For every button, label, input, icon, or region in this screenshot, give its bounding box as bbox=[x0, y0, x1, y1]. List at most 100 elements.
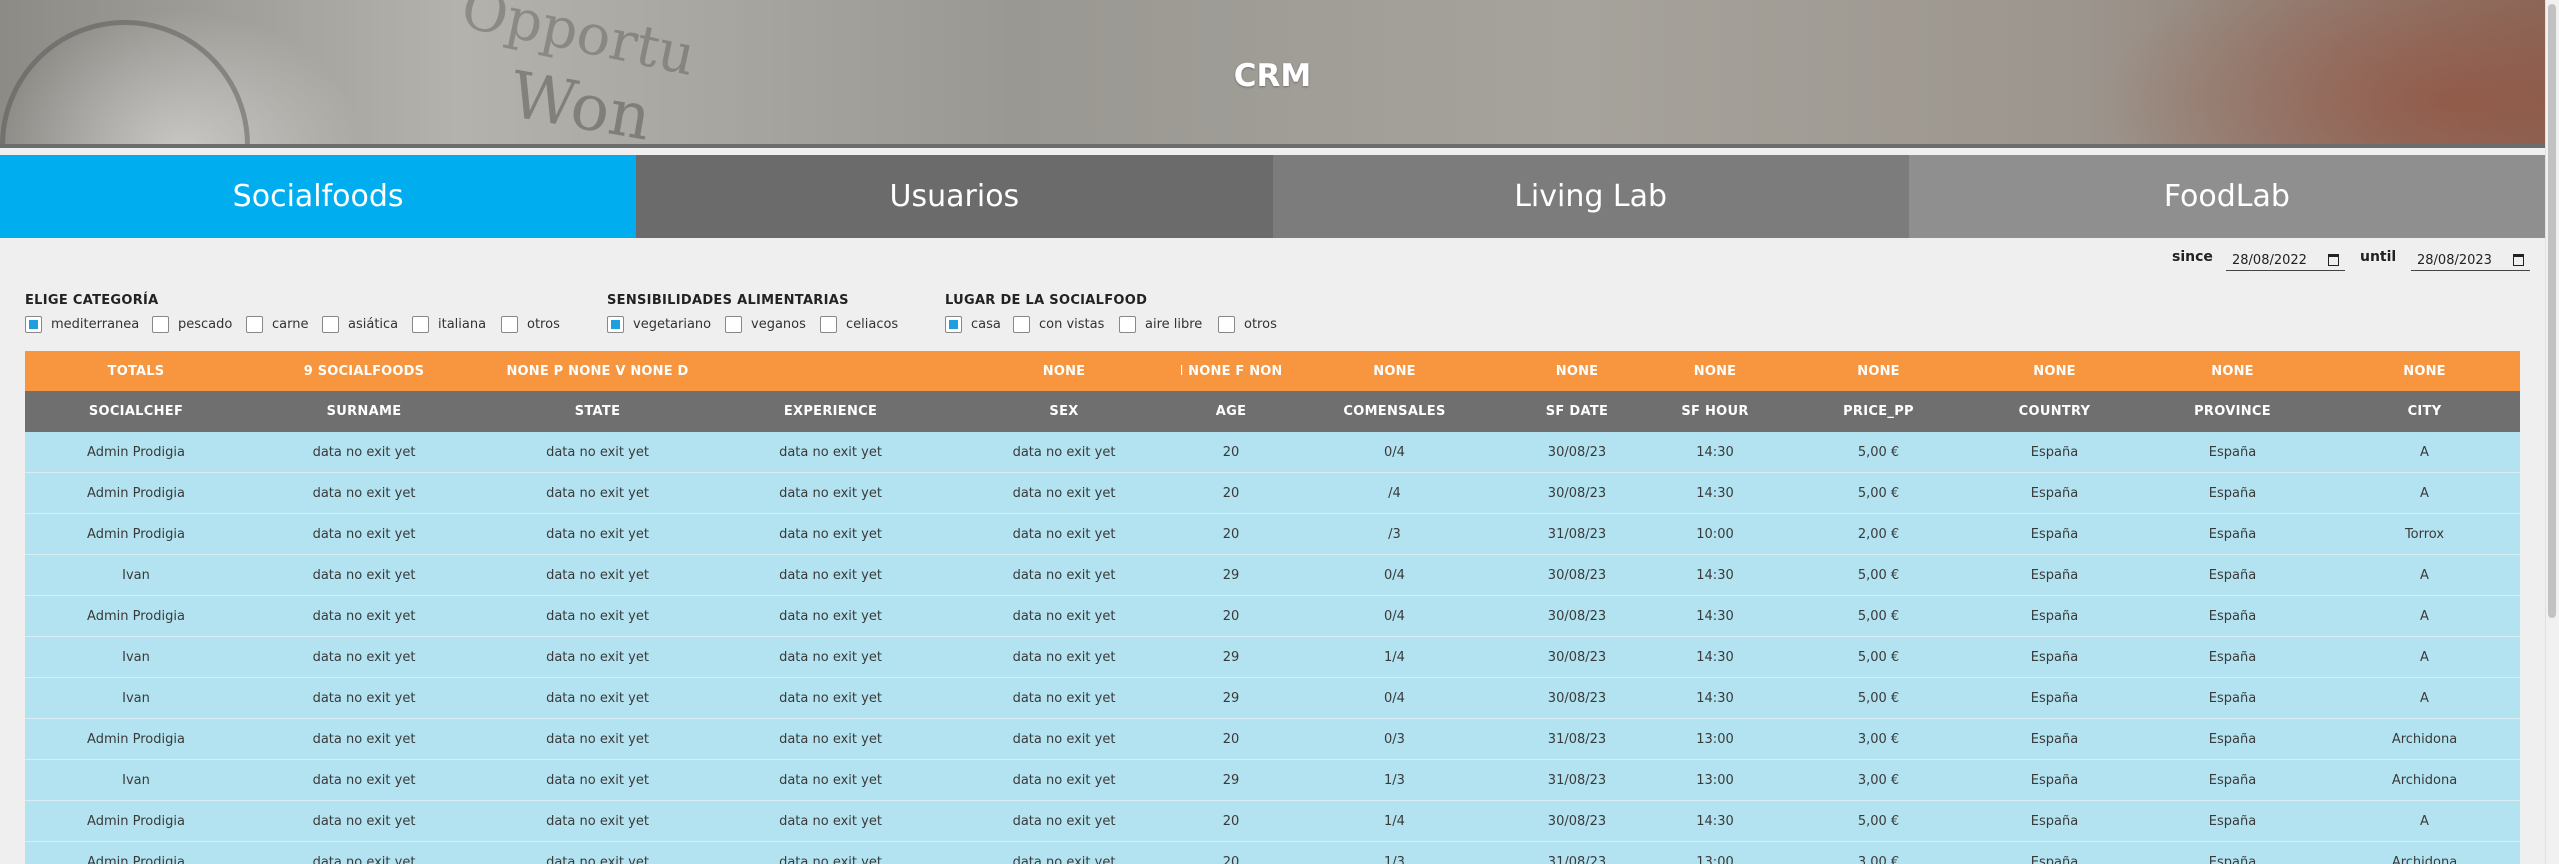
table-cell: data no exit yet bbox=[546, 813, 649, 829]
table-cell: 0/4 bbox=[1384, 567, 1405, 583]
table-cell: 20 bbox=[1222, 608, 1240, 624]
checkbox[interactable] bbox=[820, 315, 837, 333]
table-cell: data no exit yet bbox=[546, 567, 649, 583]
table-cell: 5,00 € bbox=[1857, 608, 1900, 624]
page-title: CRM bbox=[1233, 58, 1312, 94]
table-cell: 31/08/23 bbox=[1547, 731, 1607, 747]
table-row[interactable]: Admin Prodigia data no exit yet data no ex… bbox=[25, 842, 2520, 864]
calendar-icon[interactable] bbox=[2513, 254, 2524, 266]
table-cell: 0/4 bbox=[1384, 444, 1405, 460]
column-header[interactable]: PRICE_PP bbox=[1784, 391, 1973, 432]
until-date-input[interactable]: 28/08/2023 bbox=[2411, 251, 2530, 271]
column-header[interactable]: AGE bbox=[1181, 391, 1281, 432]
table-cell: Ivan bbox=[122, 690, 150, 706]
table-cell: 1/4 bbox=[1384, 813, 1405, 829]
table-cell: data no exit yet bbox=[312, 649, 416, 665]
table-cell: Admin Prodigia bbox=[87, 485, 185, 501]
table-cell: 20 bbox=[1222, 854, 1240, 864]
table-cell: Admin Prodigia bbox=[87, 444, 185, 460]
table-cell: data no exit yet bbox=[1012, 649, 1116, 665]
table-row[interactable]: Ivan data no exit yet data no exit yet data… bbox=[25, 555, 2520, 596]
column-header[interactable]: EXPERIENCE bbox=[714, 391, 947, 432]
location-option-aire-libre[interactable]: aire libre bbox=[1119, 314, 1202, 334]
table-cell: data no exit yet bbox=[546, 731, 649, 747]
column-header[interactable]: SEX bbox=[947, 391, 1181, 432]
sensitivity-option-vegetariano[interactable]: vegetariano bbox=[607, 314, 711, 334]
table-cell: data no exit yet bbox=[312, 690, 416, 706]
tab-socialfoods[interactable]: Socialfoods bbox=[0, 155, 637, 238]
table-cell: A bbox=[2420, 649, 2429, 665]
table-cell: 20 bbox=[1222, 813, 1240, 829]
table-cell: data no exit yet bbox=[546, 854, 649, 864]
category-option-otros[interactable]: otros bbox=[501, 314, 560, 334]
table-cell: Ivan bbox=[122, 567, 150, 583]
category-option-asiatica[interactable]: asiática bbox=[322, 314, 398, 334]
checkbox[interactable] bbox=[945, 315, 962, 333]
column-header[interactable]: COMENSALES bbox=[1281, 391, 1508, 432]
table-cell: data no exit yet bbox=[312, 813, 416, 829]
category-option-mediterranea[interactable]: mediterranea bbox=[25, 314, 139, 334]
table-row[interactable]: Admin Prodigia data no exit yet data no ex… bbox=[25, 514, 2520, 555]
table-cell: España bbox=[2030, 731, 2079, 747]
column-header[interactable]: SF HOUR bbox=[1646, 391, 1784, 432]
checkbox[interactable] bbox=[1119, 315, 1136, 333]
location-option-otros[interactable]: otros bbox=[1218, 314, 1277, 334]
table-cell: España bbox=[2208, 485, 2257, 501]
column-header[interactable]: STATE bbox=[481, 391, 714, 432]
checkbox[interactable] bbox=[25, 315, 42, 333]
category-option-pescado[interactable]: pescado bbox=[152, 314, 232, 334]
table-row[interactable]: Ivan data no exit yet data no exit yet data… bbox=[25, 678, 2520, 719]
checkbox[interactable] bbox=[1013, 315, 1030, 333]
table-row[interactable]: Ivan data no exit yet data no exit yet data… bbox=[25, 637, 2520, 678]
table-row[interactable]: Ivan data no exit yet data no exit yet data… bbox=[25, 760, 2520, 801]
table-cell: data no exit yet bbox=[312, 567, 416, 583]
checkbox[interactable] bbox=[246, 315, 263, 333]
column-header[interactable]: SURNAME bbox=[247, 391, 481, 432]
checkbox[interactable] bbox=[412, 315, 429, 333]
tab-foodlab[interactable]: FoodLab bbox=[1908, 155, 2545, 238]
table-cell: Admin Prodigia bbox=[87, 608, 185, 624]
table-cell: data no exit yet bbox=[312, 731, 416, 747]
checkbox[interactable] bbox=[725, 315, 742, 333]
location-option-con-vistas[interactable]: con vistas bbox=[1013, 314, 1104, 334]
column-header[interactable]: SF DATE bbox=[1508, 391, 1646, 432]
table-cell: 29 bbox=[1222, 567, 1240, 583]
table-cell: data no exit yet bbox=[312, 772, 416, 788]
column-header[interactable]: COUNTRY bbox=[1973, 391, 2136, 432]
table-cell: data no exit yet bbox=[546, 485, 649, 501]
checkbox[interactable] bbox=[322, 315, 339, 333]
column-header[interactable]: SOCIALCHEF bbox=[25, 391, 247, 432]
table-row[interactable]: Admin Prodigia data no exit yet data no ex… bbox=[25, 801, 2520, 842]
column-header[interactable]: PROVINCE bbox=[2136, 391, 2329, 432]
tab-usuarios[interactable]: Usuarios bbox=[636, 155, 1273, 238]
table-cell: 14:30 bbox=[1696, 485, 1734, 501]
table-cell: 1/3 bbox=[1384, 772, 1405, 788]
table-cell: España bbox=[2208, 731, 2257, 747]
table-row[interactable]: Admin Prodigia data no exit yet data no ex… bbox=[25, 432, 2520, 473]
category-option-italiana[interactable]: italiana bbox=[412, 314, 486, 334]
table-cell: 5,00 € bbox=[1857, 444, 1900, 460]
checkbox[interactable] bbox=[1218, 315, 1235, 333]
calendar-icon[interactable] bbox=[2328, 254, 2339, 266]
sensitivity-option-celiacos[interactable]: celiacos bbox=[820, 314, 898, 334]
table-row[interactable]: Admin Prodigia data no exit yet data no ex… bbox=[25, 596, 2520, 637]
table-cell: data no exit yet bbox=[312, 485, 416, 501]
since-date-input[interactable]: 28/08/2022 bbox=[2226, 251, 2345, 271]
checkbox[interactable] bbox=[501, 315, 518, 333]
checkbox[interactable] bbox=[607, 315, 624, 333]
table-row[interactable]: Admin Prodigia data no exit yet data no ex… bbox=[25, 719, 2520, 760]
table-cell: 31/08/23 bbox=[1547, 526, 1607, 542]
table-cell: 31/08/23 bbox=[1547, 772, 1607, 788]
table-cell: data no exit yet bbox=[1012, 608, 1116, 624]
location-option-casa[interactable]: casa bbox=[945, 314, 1001, 334]
table-cell: Ivan bbox=[122, 772, 150, 788]
checkbox[interactable] bbox=[152, 315, 169, 333]
table-row[interactable]: Admin Prodigia data no exit yet data no ex… bbox=[25, 473, 2520, 514]
sensitivity-option-veganos[interactable]: veganos bbox=[725, 314, 806, 334]
scrollbar-thumb[interactable] bbox=[2548, 4, 2556, 618]
column-header[interactable]: CITY bbox=[2329, 391, 2520, 432]
table-cell: 1/3 bbox=[1384, 854, 1405, 864]
table-cell: data no exit yet bbox=[779, 444, 882, 460]
tab-living-lab[interactable]: Living Lab bbox=[1272, 155, 1909, 238]
category-option-carne[interactable]: carne bbox=[246, 314, 308, 334]
